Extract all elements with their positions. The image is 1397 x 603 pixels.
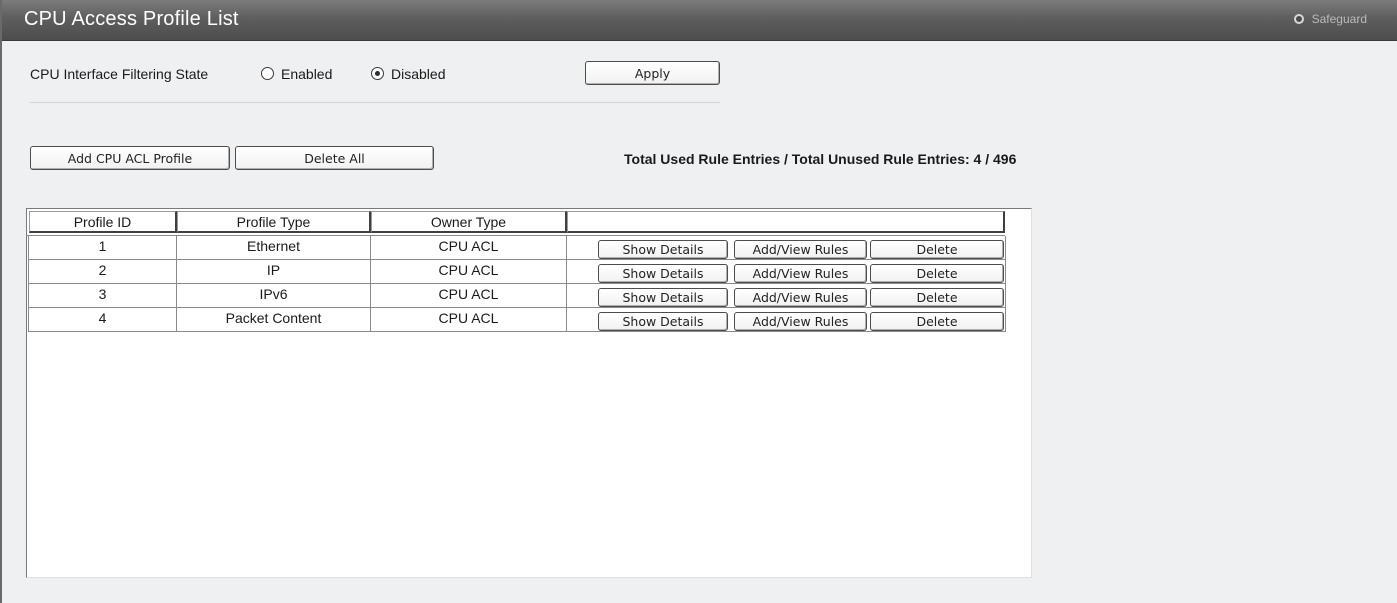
add-view-rules-button[interactable]: Add/View Rules [734,240,867,259]
add-cpu-acl-profile-button[interactable]: Add CPU ACL Profile [30,146,230,170]
profile-type-cell: Packet Content [177,308,371,332]
rule-entries-summary: Total Used Rule Entries / Total Unused R… [624,151,1017,167]
add-view-rules-button[interactable]: Add/View Rules [734,312,867,331]
table-row: 4 Packet Content CPU ACL Show Details Add/Vi… [28,308,1006,332]
filtering-state-label: CPU Interface Filtering State [30,66,209,82]
owner-type-cell: CPU ACL [371,308,567,332]
disabled-radio[interactable] [371,67,384,80]
table-row: 2 IP CPU ACL Show Details Add/View Rules Dele… [28,260,1006,284]
profile-table: Profile ID Profile Type Owner Type 1 Ethe… [26,208,1032,578]
profile-id-cell: 3 [28,284,177,308]
header-owner-type: Owner Type [371,211,567,233]
title-bar: CPU Access Profile List Safeguard [2,0,1397,41]
show-details-button[interactable]: Show Details [598,240,728,259]
disabled-radio-label[interactable]: Disabled [391,66,445,82]
table-row: 3 IPv6 CPU ACL Show Details Add/View Rules De… [28,284,1006,308]
profile-type-cell: Ethernet [177,236,371,260]
profile-type-cell: IP [177,260,371,284]
header-profile-type: Profile Type [177,211,371,233]
show-details-button[interactable]: Show Details [598,312,728,331]
safeguard-label: Safeguard [1311,12,1367,26]
delete-button[interactable]: Delete [870,264,1004,283]
table-row: 1 Ethernet CPU ACL Show Details Add/View Rul… [28,236,1006,260]
owner-type-cell: CPU ACL [371,284,567,308]
section-divider [30,102,720,103]
owner-type-cell: CPU ACL [371,260,567,284]
page-title: CPU Access Profile List [24,8,239,30]
safeguard-status-icon [1293,14,1304,24]
page: CPU Access Profile List Safeguard CPU In… [0,0,1397,603]
delete-all-button[interactable]: Delete All [235,146,434,170]
enabled-radio[interactable] [261,67,274,80]
profile-id-cell: 2 [28,260,177,284]
add-view-rules-button[interactable]: Add/View Rules [734,264,867,283]
header-actions [567,211,1005,233]
profile-type-cell: IPv6 [177,284,371,308]
owner-type-cell: CPU ACL [371,236,567,260]
delete-button[interactable]: Delete [870,240,1004,259]
profile-id-cell: 4 [28,308,177,332]
delete-button[interactable]: Delete [870,312,1004,331]
enabled-radio-label[interactable]: Enabled [281,66,332,82]
show-details-button[interactable]: Show Details [598,288,728,307]
profile-id-cell: 1 [28,236,177,260]
show-details-button[interactable]: Show Details [598,264,728,283]
add-view-rules-button[interactable]: Add/View Rules [734,288,867,307]
delete-button[interactable]: Delete [870,288,1004,307]
safeguard-indicator: Safeguard [1293,11,1367,27]
header-profile-id: Profile ID [29,211,177,233]
apply-button[interactable]: Apply [585,61,720,85]
